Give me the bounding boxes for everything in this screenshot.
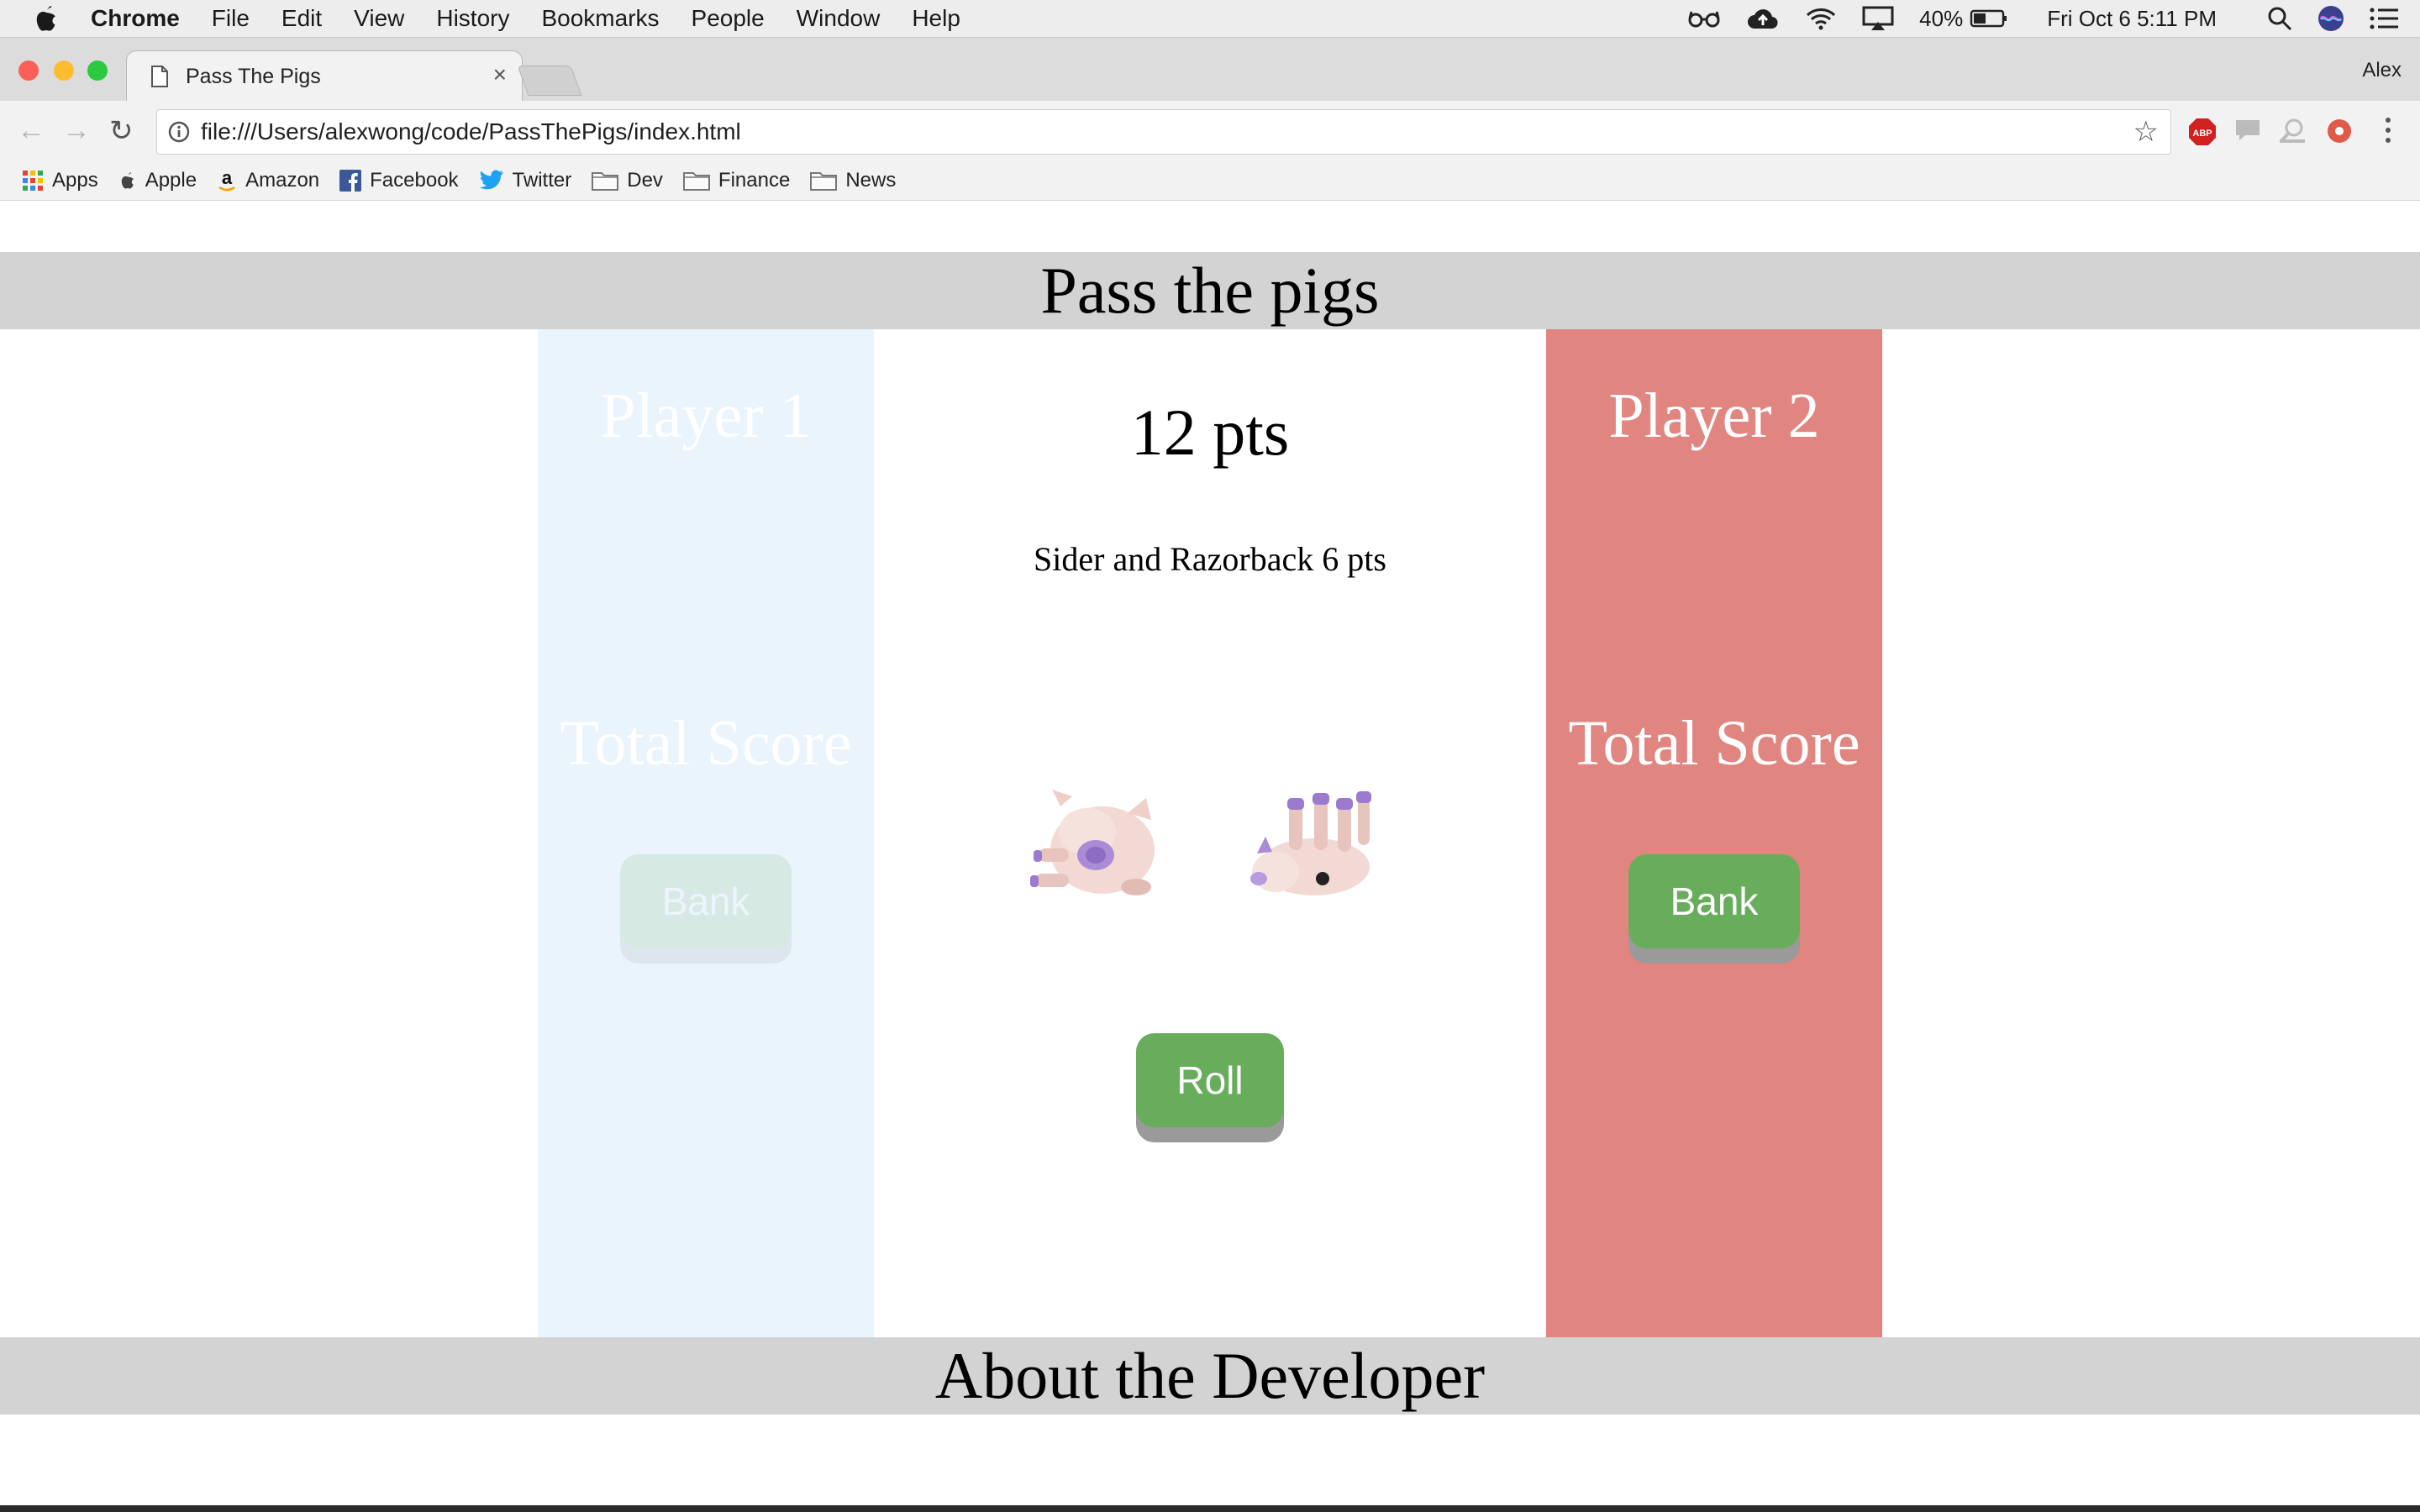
magnifier-extension-icon[interactable] [2279, 118, 2307, 149]
profile-name[interactable]: Alex [2362, 59, 2402, 82]
tab-close-icon[interactable]: × [493, 61, 507, 88]
bookmark-label: Apps [52, 169, 98, 192]
back-arrow-icon[interactable]: ← [17, 114, 45, 147]
forward-arrow-icon[interactable]: → [62, 114, 91, 147]
turn-points: 12 pts [1130, 396, 1290, 469]
window-close-button[interactable] [18, 60, 39, 81]
player2-panel: Player 2 Total Score Bank [1546, 329, 1882, 1337]
bookmark-star-icon[interactable]: ☆ [2133, 115, 2159, 149]
window-minimize-button[interactable] [54, 60, 74, 81]
window-bottom-edge [0, 1505, 2420, 1512]
bookmark-label: News [845, 169, 897, 192]
apps-grid-icon [22, 170, 44, 192]
player1-name: Player 1 [600, 381, 812, 451]
player2-bank-button[interactable]: Bank [1628, 854, 1800, 948]
window-zoom-button[interactable] [87, 60, 108, 81]
bookmark-label: Apple [145, 169, 197, 192]
adblock-plus-icon[interactable]: ABP [2188, 118, 2217, 150]
bookmark-label: Amazon [245, 169, 320, 192]
bookmark-folder-dev[interactable]: Dev [592, 169, 663, 192]
battery-percent: 40% [1919, 5, 1964, 31]
page-title: Pass the pigs [0, 252, 2420, 329]
url-text[interactable]: file:///Users/alexwong/code/PassThePigs/… [201, 118, 741, 145]
menu-bookmarks[interactable]: Bookmarks [541, 5, 659, 32]
player2-name: Player 2 [1608, 381, 1820, 451]
chrome-menu-icon[interactable] [2381, 116, 2395, 149]
facebook-logo-icon [339, 170, 362, 192]
spotlight-search-icon[interactable] [2267, 6, 2292, 31]
bookmark-twitter[interactable]: Twitter [479, 169, 572, 192]
wifi-icon[interactable] [1805, 7, 1837, 30]
player1-bank-button[interactable]: Bank [620, 854, 792, 948]
bookmark-folder-news[interactable]: News [810, 169, 896, 192]
clock[interactable]: Fri Oct 6 5:11 PM [2047, 6, 2217, 32]
last-roll-result: Sider and Razorback 6 pts [1034, 540, 1386, 578]
battery-icon[interactable] [1970, 8, 2008, 29]
pig-razorback-image [1250, 791, 1371, 895]
pig-sider-image [1030, 790, 1155, 895]
new-tab-button[interactable] [517, 66, 582, 96]
twitter-bird-icon [479, 170, 504, 192]
record-extension-icon[interactable] [2326, 118, 2353, 149]
folder-icon [592, 171, 619, 191]
folder-icon [810, 171, 838, 191]
folder-icon [682, 171, 710, 191]
document-icon [150, 65, 169, 92]
siri-icon[interactable] [2317, 5, 2344, 32]
svg-text:a: a [222, 169, 233, 188]
player1-panel: Player 1 Total Score Bank [538, 329, 874, 1337]
cloud-upload-icon[interactable] [1746, 7, 1780, 30]
bookmark-label: Twitter [512, 169, 572, 192]
glasses-icon[interactable] [1687, 8, 1721, 29]
bookmark-facebook[interactable]: Facebook [339, 169, 459, 192]
menu-help[interactable]: Help [912, 5, 960, 32]
bookmark-label: Finance [718, 169, 791, 192]
address-bar[interactable]: file:///Users/alexwong/code/PassThePigs/… [156, 109, 2171, 155]
speech-bubble-extension-icon[interactable] [2233, 118, 2262, 147]
tab-title: Pass The Pigs [186, 65, 321, 88]
menu-file[interactable]: File [212, 5, 250, 32]
roll-button[interactable]: Roll [1136, 1033, 1284, 1127]
airplay-icon[interactable] [1862, 6, 1894, 31]
bookmark-folder-finance[interactable]: Finance [682, 169, 791, 192]
bookmark-apps[interactable]: Apps [22, 169, 98, 192]
player2-total-score: Total Score [1568, 708, 1860, 779]
apple-menu-icon[interactable] [32, 3, 60, 34]
reload-icon[interactable]: ↻ [109, 114, 134, 148]
player1-total-score: Total Score [560, 708, 852, 779]
menu-history[interactable]: History [436, 5, 509, 32]
bookmarks-bar: Apps Apple a Amazon Facebook Twitter Dev [0, 161, 2420, 201]
bookmark-label: Dev [627, 169, 663, 192]
bookmark-label: Facebook [370, 169, 459, 192]
menu-view[interactable]: View [354, 5, 404, 32]
menu-people[interactable]: People [692, 5, 765, 32]
macos-menu-bar: Chrome File Edit View History Bookmarks … [0, 0, 2420, 38]
amazon-logo-icon: a [217, 169, 237, 192]
about-developer-heading: About the Developer [0, 1337, 2420, 1415]
site-info-icon[interactable] [167, 120, 191, 148]
menu-app-name[interactable]: Chrome [91, 5, 180, 32]
bookmark-apple[interactable]: Apple [118, 169, 197, 192]
menu-edit[interactable]: Edit [281, 5, 322, 32]
svg-text:ABP: ABP [2192, 129, 2212, 139]
bookmark-amazon[interactable]: a Amazon [217, 169, 319, 192]
notification-center-icon[interactable] [2370, 8, 2398, 29]
tab-pass-the-pigs[interactable]: Pass The Pigs × [126, 50, 523, 103]
apple-logo-icon [118, 170, 137, 192]
menu-window[interactable]: Window [797, 5, 881, 32]
